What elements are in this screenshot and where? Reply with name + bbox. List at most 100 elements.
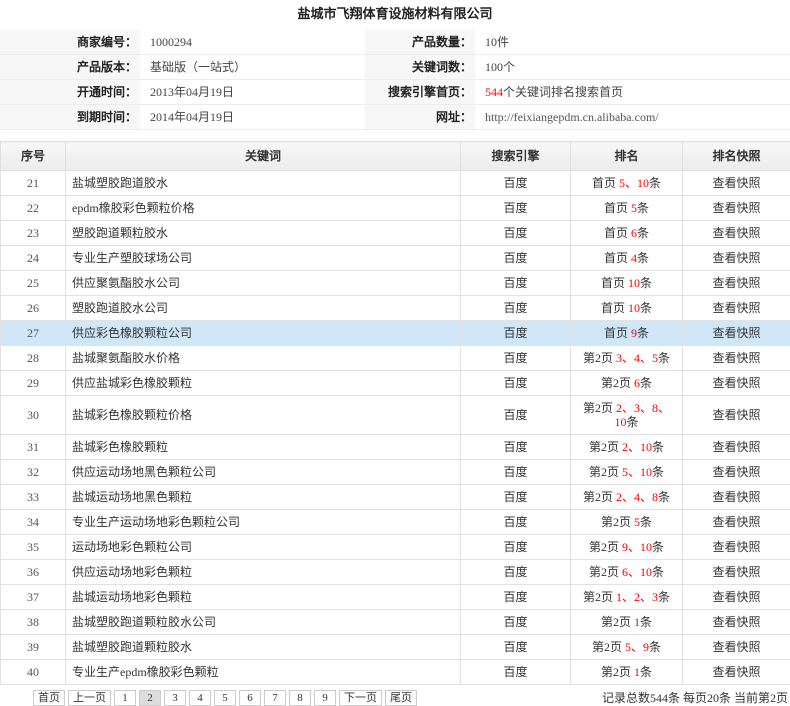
page-1-button[interactable]: 1 [114, 690, 136, 706]
snapshot-cell: 查看快照 [682, 559, 790, 585]
first-page-button[interactable]: 首页 [33, 690, 65, 706]
view-snapshot-link[interactable]: 查看快照 [712, 226, 760, 240]
rank-positions: 6、10 [621, 565, 652, 579]
keyword-ranking-table: 序号 关键词 搜索引擎 排名 排名快照 21 盐城塑胶跑道胶水 百度 首页 5、10条… [0, 141, 790, 685]
view-snapshot-link[interactable]: 查看快照 [712, 665, 760, 679]
rank-positions: 3、4、5 [615, 351, 658, 365]
info-row-version: 产品版本： 基础版（一站式） 关键词数： 100个 [0, 54, 790, 80]
page-4-button[interactable]: 4 [189, 690, 211, 706]
rank-page: 第2页 [588, 465, 619, 479]
view-snapshot-link[interactable]: 查看快照 [712, 515, 760, 529]
snapshot-cell: 查看快照 [682, 195, 790, 221]
rank-page: 第2页 [582, 351, 613, 365]
snapshot-cell: 查看快照 [682, 395, 790, 435]
page-number-list: 123456789 [114, 690, 339, 706]
table-row: 26 塑胶跑道胶水公司 百度 首页 10条 查看快照 [0, 295, 790, 321]
view-snapshot-link[interactable]: 查看快照 [712, 465, 760, 479]
page-8-button[interactable]: 8 [289, 690, 311, 706]
view-snapshot-link[interactable]: 查看快照 [712, 201, 760, 215]
rank-cell: 第2页 1、2、3条 [570, 584, 683, 610]
keyword-cell: 供应运动场地黑色颗粒公司 [65, 459, 461, 485]
page-7-button[interactable]: 7 [264, 690, 286, 706]
keyword-count-label: 关键词数： [365, 54, 475, 80]
snapshot-cell: 查看快照 [682, 459, 790, 485]
rank-suffix: 条 [637, 326, 650, 340]
rank-page: 首页 [600, 301, 625, 315]
keyword-cell: 专业生产epdm橡胶彩色颗粒 [65, 659, 461, 685]
view-snapshot-link[interactable]: 查看快照 [712, 640, 760, 654]
rank-page: 第2页 [600, 615, 631, 629]
keyword-cell: 供应聚氨酯胶水公司 [65, 270, 461, 296]
rank-page: 首页 [603, 251, 628, 265]
last-page-button[interactable]: 尾页 [385, 690, 417, 706]
search-home-value: 544个关键词排名搜索首页 [475, 79, 790, 105]
search-engine-cell: 百度 [460, 659, 571, 685]
row-number: 40 [0, 659, 66, 685]
search-engine-cell: 百度 [460, 509, 571, 535]
rank-page: 第2页 [600, 515, 631, 529]
view-snapshot-link[interactable]: 查看快照 [712, 490, 760, 504]
page-5-button[interactable]: 5 [214, 690, 236, 706]
rank-positions: 1、2、3 [615, 590, 658, 604]
rank-suffix: 条 [640, 301, 653, 315]
snapshot-cell: 查看快照 [682, 634, 790, 660]
table-body: 21 盐城塑胶跑道胶水 百度 首页 5、10条 查看快照 22 epdm橡胶彩色颗粒价格 百度… [0, 170, 790, 685]
row-number: 36 [0, 559, 66, 585]
view-snapshot-link[interactable]: 查看快照 [712, 565, 760, 579]
page-9-button[interactable]: 9 [314, 690, 336, 706]
keyword-cell: 盐城聚氨酯胶水价格 [65, 345, 461, 371]
keyword-cell: 塑胶跑道胶水公司 [65, 295, 461, 321]
rank-suffix: 条 [637, 201, 650, 215]
prev-page-button[interactable]: 上一页 [68, 690, 111, 706]
row-number: 34 [0, 509, 66, 535]
row-number: 33 [0, 484, 66, 510]
snapshot-cell: 查看快照 [682, 584, 790, 610]
view-snapshot-link[interactable]: 查看快照 [712, 276, 760, 290]
view-snapshot-link[interactable]: 查看快照 [712, 540, 760, 554]
search-engine-cell: 百度 [460, 634, 571, 660]
rank-cell: 首页 6条 [570, 220, 683, 246]
row-number: 37 [0, 584, 66, 610]
table-row: 25 供应聚氨酯胶水公司 百度 首页 10条 查看快照 [0, 270, 790, 296]
table-row: 39 盐城塑胶跑道颗粒胶水 百度 第2页 5、9条 查看快照 [0, 634, 790, 660]
view-snapshot-link[interactable]: 查看快照 [712, 176, 760, 190]
rank-cell: 第2页 5、9条 [570, 634, 683, 660]
search-engine-cell: 百度 [460, 170, 571, 196]
view-snapshot-link[interactable]: 查看快照 [712, 590, 760, 604]
table-row: 32 供应运动场地黑色颗粒公司 百度 第2页 5、10条 查看快照 [0, 459, 790, 485]
table-row: 34 专业生产运动场地彩色颗粒公司 百度 第2页 5条 查看快照 [0, 509, 790, 535]
rank-suffix: 条 [640, 665, 653, 679]
view-snapshot-link[interactable]: 查看快照 [712, 301, 760, 315]
merchant-id-value: 1000294 [140, 30, 365, 55]
keyword-cell: 塑胶跑道颗粒胶水 [65, 220, 461, 246]
page-6-button[interactable]: 6 [239, 690, 261, 706]
rank-page: 第2页 [600, 376, 631, 390]
table-row: 21 盐城塑胶跑道胶水 百度 首页 5、10条 查看快照 [0, 170, 790, 196]
table-row: 33 盐城运动场地黑色颗粒 百度 第2页 2、4、8条 查看快照 [0, 484, 790, 510]
next-page-button[interactable]: 下一页 [339, 690, 382, 706]
view-snapshot-link[interactable]: 查看快照 [712, 615, 760, 629]
search-engine-cell: 百度 [460, 584, 571, 610]
view-snapshot-link[interactable]: 查看快照 [712, 440, 760, 454]
view-snapshot-link[interactable]: 查看快照 [712, 408, 760, 422]
info-row-merchant: 商家编号： 1000294 产品数量： 10件 [0, 30, 790, 55]
snapshot-cell: 查看快照 [682, 170, 790, 196]
view-snapshot-link[interactable]: 查看快照 [712, 376, 760, 390]
snapshot-cell: 查看快照 [682, 295, 790, 321]
rank-page: 首页 [600, 276, 625, 290]
rank-positions: 2、3、8、10 [614, 401, 671, 429]
keyword-cell: 盐城运动场地彩色颗粒 [65, 584, 461, 610]
row-number: 30 [0, 395, 66, 435]
row-number: 24 [0, 245, 66, 271]
view-snapshot-link[interactable]: 查看快照 [712, 351, 760, 365]
rank-positions: 10 [628, 276, 640, 290]
view-snapshot-link[interactable]: 查看快照 [712, 326, 760, 340]
snapshot-cell: 查看快照 [682, 609, 790, 635]
rank-cell: 首页 10条 [570, 295, 683, 321]
view-snapshot-link[interactable]: 查看快照 [712, 251, 760, 265]
page-3-button[interactable]: 3 [164, 690, 186, 706]
website-link[interactable]: http://feixiangepdm.cn.alibaba.com/ [475, 104, 790, 130]
row-number: 26 [0, 295, 66, 321]
rank-suffix: 条 [652, 540, 665, 554]
page-2-button[interactable]: 2 [139, 690, 161, 706]
